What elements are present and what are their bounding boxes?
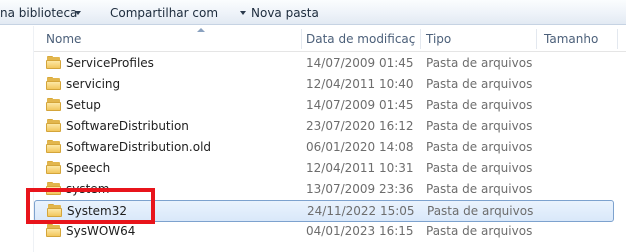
chevron-down-icon[interactable] [240, 11, 246, 15]
file-name: SoftwareDistribution [66, 119, 189, 133]
file-name: servicing [66, 77, 121, 91]
file-date: 12/04/2011 10:40 [306, 77, 414, 91]
file-name: Setup [66, 98, 101, 112]
column-header-type[interactable]: Tipo [420, 26, 536, 52]
folder-icon [46, 77, 62, 91]
column-header-date-label: Data de modificaç [306, 32, 416, 46]
file-date: 12/04/2011 10:31 [306, 161, 414, 175]
file-type: Pasta de arquivos [426, 224, 533, 238]
folder-icon [46, 140, 62, 154]
file-date: 23/07/2020 16:12 [306, 119, 414, 133]
include-in-library-label: na biblioteca [0, 6, 78, 20]
file-type: Pasta de arquivos [426, 182, 533, 196]
list-item[interactable]: Speech 12/04/2011 10:31 Pasta de arquivo… [34, 158, 614, 179]
chevron-down-icon[interactable] [75, 11, 81, 15]
file-date: 14/07/2009 01:45 [306, 98, 414, 112]
file-type: Pasta de arquivos [426, 140, 533, 154]
column-header-type-label: Tipo [426, 32, 452, 46]
include-in-library-button[interactable]: na biblioteca [0, 5, 77, 21]
list-item[interactable]: Setup 14/07/2009 01:45 Pasta de arquivos [34, 95, 614, 116]
folder-icon [46, 224, 62, 238]
file-type: Pasta de arquivos [426, 77, 533, 91]
column-header-name-label: Nome [46, 32, 82, 46]
file-name: Speech [66, 161, 111, 175]
list-item[interactable]: SoftwareDistribution.old 06/01/2020 14:0… [34, 137, 614, 158]
column-header-date[interactable]: Data de modificaç [300, 26, 418, 52]
new-folder-label: Nova pasta [251, 6, 319, 20]
column-divider[interactable] [617, 29, 618, 49]
file-date: 04/01/2023 16:15 [306, 224, 414, 238]
list-item[interactable]: SysWOW64 04/01/2023 16:15 Pasta de arqui… [34, 221, 614, 242]
file-type: Pasta de arquivos [426, 98, 533, 112]
file-type: Pasta de arquivos [427, 204, 534, 218]
folder-icon [46, 119, 62, 133]
share-with-label: Compartilhar com [110, 6, 219, 20]
command-bar: na biblioteca Compartilhar com Nova past… [0, 0, 626, 25]
column-header-name[interactable]: Nome [40, 26, 300, 52]
file-date: 13/07/2009 23:36 [306, 182, 414, 196]
file-date: 14/07/2009 01:45 [306, 56, 414, 70]
file-type: Pasta de arquivos [426, 56, 533, 70]
column-header: Nome Data de modificaç Tipo Tamanho [34, 26, 626, 52]
folder-icon [46, 56, 62, 70]
column-divider[interactable] [536, 29, 537, 49]
file-name: ServiceProfiles [66, 56, 154, 70]
list-item[interactable]: SoftwareDistribution 23/07/2020 16:12 Pa… [34, 116, 614, 137]
list-item[interactable]: servicing 12/04/2011 10:40 Pasta de arqu… [34, 74, 614, 95]
file-name: SoftwareDistribution.old [66, 140, 212, 154]
folder-icon [46, 98, 62, 112]
share-with-button[interactable]: Compartilhar com [110, 5, 218, 21]
column-header-size-label: Tamanho [544, 32, 599, 46]
file-date: 24/11/2022 15:05 [307, 204, 415, 218]
file-type: Pasta de arquivos [426, 119, 533, 133]
folder-icon [46, 161, 62, 175]
highlight-annotation [26, 188, 155, 224]
list-item[interactable]: ServiceProfiles 14/07/2009 01:45 Pasta d… [34, 53, 614, 74]
new-folder-button[interactable]: Nova pasta [251, 5, 319, 21]
file-name: SysWOW64 [66, 224, 136, 238]
column-header-size[interactable]: Tamanho [538, 26, 618, 52]
file-date: 06/01/2020 14:08 [306, 140, 414, 154]
file-type: Pasta de arquivos [426, 161, 533, 175]
